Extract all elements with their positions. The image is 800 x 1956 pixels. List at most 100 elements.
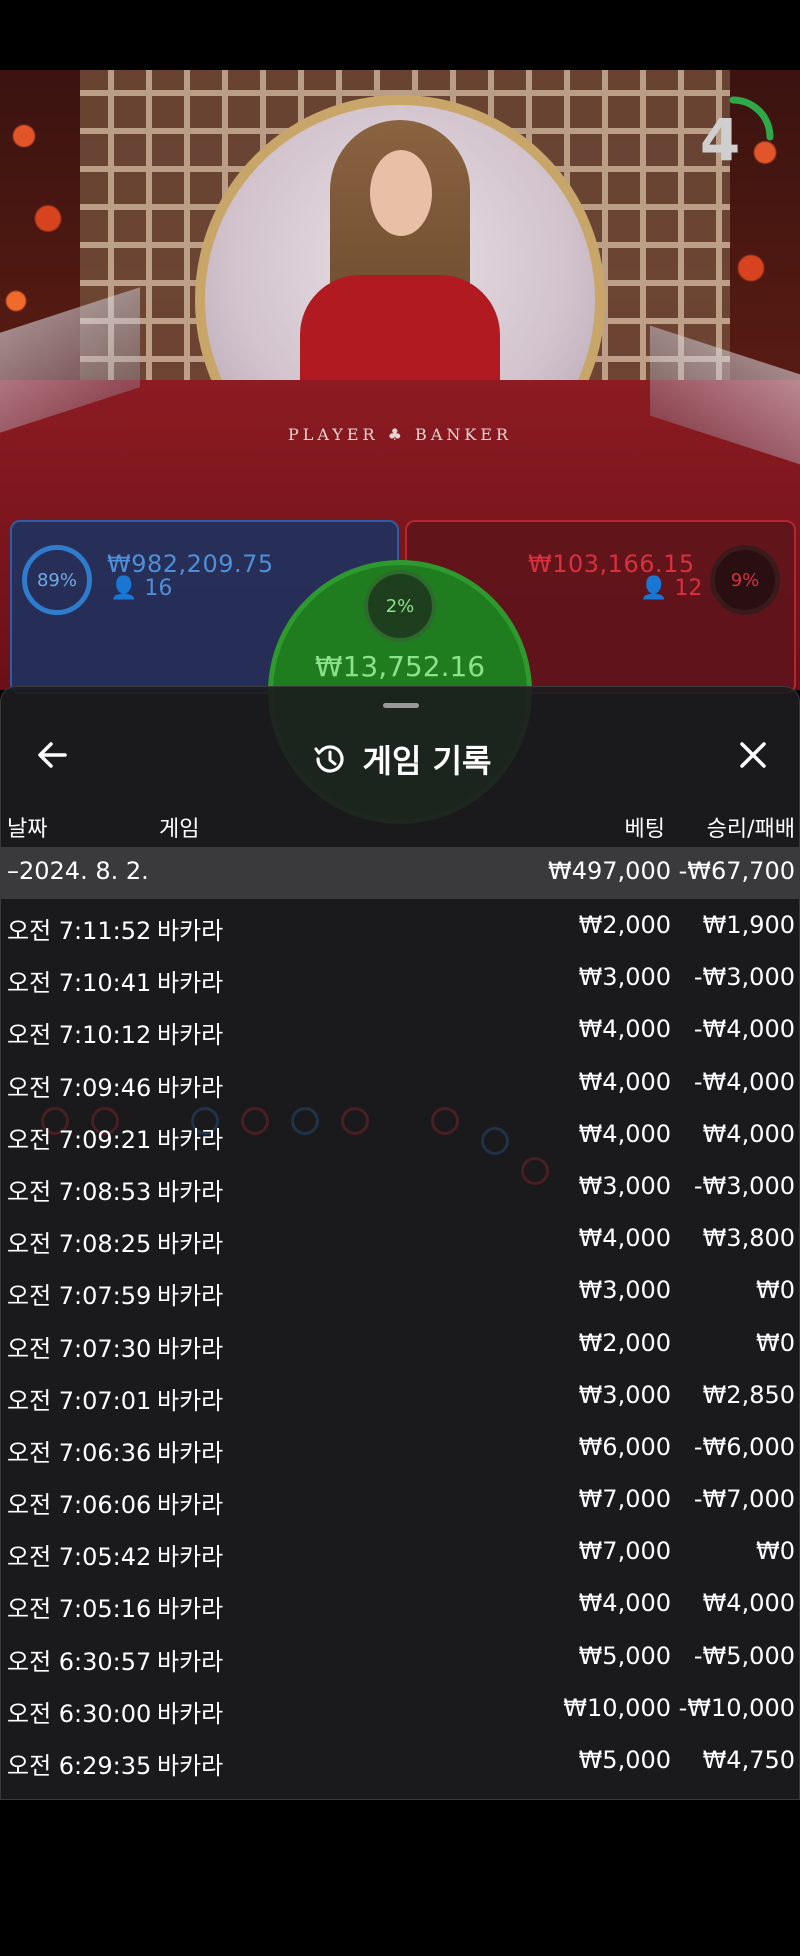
history-row[interactable]: 오전 6:29:35 바카라 ₩5,000 ₩4,750: [1, 1734, 799, 1786]
row-bet: ₩5,000: [578, 1746, 671, 1774]
history-row[interactable]: 오전 7:09:21 바카라 ₩4,000 ₩4,000: [1, 1108, 799, 1160]
row-result: -₩5,000: [693, 1641, 795, 1670]
row-time: 오전 7:07:59: [7, 1282, 152, 1311]
row-game: 바카라: [157, 1073, 224, 1102]
row-game: 바카라: [157, 1595, 224, 1624]
row-bet: ₩10,000: [563, 1693, 671, 1722]
history-row[interactable]: 오전 6:30:57 바카라 ₩5,000 -₩5,000: [1, 1630, 799, 1682]
close-icon[interactable]: [731, 733, 775, 777]
column-result: 승리/패배: [706, 817, 795, 842]
row-result: ₩4,000: [702, 1589, 795, 1618]
dealer-face: [370, 150, 432, 236]
player-count-row: 👤 16: [110, 576, 172, 601]
date-group-label: –2024. 8. 2.: [7, 857, 149, 885]
row-game: 바카라: [157, 1647, 224, 1676]
history-row[interactable]: 오전 7:05:16 바카라 ₩4,000 ₩4,000: [1, 1577, 799, 1629]
date-group-result: -₩67,700: [678, 857, 795, 885]
row-time: 오전 6:29:35: [7, 1752, 152, 1780]
sheet-header: 게임 기록: [1, 723, 799, 795]
row-game: 바카라: [157, 1230, 224, 1259]
banker-amount: ₩103,166.15: [528, 550, 695, 578]
row-result: -₩10,000: [678, 1693, 795, 1722]
table-label: PLAYER ♣ BANKER: [287, 425, 513, 444]
row-result: -₩6,000: [693, 1432, 795, 1461]
date-group-bet: ₩497,000: [548, 857, 671, 885]
row-result: ₩4,750: [702, 1746, 795, 1774]
row-time: 오전 7:09:21: [7, 1125, 152, 1154]
history-row[interactable]: 오전 7:05:42 바카라 ₩7,000 ₩0: [1, 1525, 799, 1577]
sheet-title: 게임 기록: [362, 742, 492, 780]
date-group-row[interactable]: –2024. 8. 2. ₩497,000 -₩67,700: [1, 847, 799, 899]
history-row[interactable]: 오전 7:07:30 바카라 ₩2,000 ₩0: [1, 1317, 799, 1369]
row-time: 오전 6:30:00: [7, 1699, 152, 1728]
sheet-title-group: 게임 기록: [1, 723, 799, 795]
row-time: 오전 7:08:53: [7, 1177, 152, 1206]
row-time: 오전 7:09:46: [7, 1073, 152, 1102]
banker-count-row: 👤 12: [640, 576, 702, 601]
row-result: ₩1,900: [702, 911, 795, 939]
row-result: ₩0: [756, 1328, 795, 1357]
tie-amount: ₩13,752.16: [314, 650, 486, 683]
row-game: 바카라: [157, 1125, 224, 1154]
history-row[interactable]: 오전 7:06:06 바카라 ₩7,000 -₩7,000: [1, 1473, 799, 1525]
column-bet: 베팅: [624, 817, 665, 842]
row-bet: ₩4,000: [578, 1589, 671, 1618]
history-row[interactable]: 오전 7:07:01 바카라 ₩3,000 ₩2,850: [1, 1369, 799, 1421]
row-game: 바카라: [157, 1752, 224, 1780]
column-game: 게임: [159, 817, 200, 842]
row-bet: ₩2,000: [578, 1328, 671, 1357]
row-game: 바카라: [157, 1177, 224, 1206]
sheet-drag-handle[interactable]: [383, 703, 419, 708]
column-date: 날짜: [7, 817, 48, 842]
row-game: 바카라: [157, 1491, 224, 1520]
history-row[interactable]: 오전 7:06:36 바카라 ₩6,000 -₩6,000: [1, 1421, 799, 1473]
countdown-number: 4: [699, 106, 741, 174]
row-result: ₩0: [756, 1537, 795, 1566]
history-row[interactable]: 오전 7:08:25 바카라 ₩4,000 ₩3,800: [1, 1212, 799, 1264]
row-result: ₩4,000: [702, 1119, 795, 1148]
row-game: 바카라: [157, 1334, 224, 1363]
arrow-left-icon[interactable]: [31, 733, 75, 777]
row-result: -₩4,000: [693, 1067, 795, 1096]
history-row[interactable]: 오전 6:30:00 바카라 ₩10,000 -₩10,000: [1, 1682, 799, 1734]
row-time: 오전 7:06:06: [7, 1491, 152, 1520]
row-game: 바카라: [157, 1386, 224, 1415]
history-row[interactable]: 오전 7:09:46 바카라 ₩4,000 -₩4,000: [1, 1056, 799, 1108]
row-bet: ₩3,000: [578, 1276, 671, 1305]
history-clock-icon: [314, 745, 344, 773]
row-result: -₩7,000: [693, 1485, 795, 1514]
row-result: ₩3,800: [702, 1224, 795, 1253]
banker-count: 12: [674, 576, 703, 601]
row-bet: ₩7,000: [578, 1537, 671, 1566]
row-result: -₩3,000: [693, 1171, 795, 1200]
row-time: 오전 7:07:01: [7, 1386, 152, 1415]
history-row[interactable]: 오전 7:07:59 바카라 ₩3,000 ₩0: [1, 1264, 799, 1316]
player-percent: 89%: [36, 570, 77, 591]
row-bet: ₩3,000: [578, 963, 671, 992]
bottom-black-bar: [0, 1800, 800, 1956]
tie-percent: 2%: [385, 596, 415, 617]
row-bet: ₩4,000: [578, 1224, 671, 1253]
row-bet: ₩4,000: [578, 1119, 671, 1148]
history-row[interactable]: 오전 7:10:41 바카라 ₩3,000 -₩3,000: [1, 951, 799, 1003]
row-result: ₩0: [756, 1276, 795, 1305]
row-time: 오전 6:30:57: [7, 1647, 152, 1676]
row-bet: ₩6,000: [578, 1432, 671, 1461]
history-list: 오전 7:11:52 바카라 ₩2,000 ₩1,900 오전 7:10:41 바카라 ₩3…: [1, 899, 799, 1786]
row-bet: ₩4,000: [578, 1067, 671, 1096]
row-bet: ₩4,000: [578, 1015, 671, 1044]
row-game: 바카라: [157, 1543, 224, 1572]
row-game: 바카라: [157, 1021, 224, 1050]
row-result: ₩2,850: [702, 1380, 795, 1409]
row-bet: ₩5,000: [578, 1641, 671, 1670]
history-row[interactable]: 오전 7:10:12 바카라 ₩4,000 -₩4,000: [1, 1003, 799, 1055]
player-count: 16: [144, 576, 173, 601]
row-time: 오전 7:06:36: [7, 1438, 152, 1467]
history-row[interactable]: 오전 7:11:52 바카라 ₩2,000 ₩1,900: [1, 899, 799, 951]
history-row[interactable]: 오전 7:08:53 바카라 ₩3,000 -₩3,000: [1, 1160, 799, 1212]
top-black-bar: [0, 0, 800, 70]
row-time: 오전 7:05:16: [7, 1595, 152, 1624]
row-bet: ₩3,000: [578, 1171, 671, 1200]
player-amount: ₩982,209.75: [107, 550, 274, 578]
row-time: 오전 7:11:52: [7, 917, 152, 945]
